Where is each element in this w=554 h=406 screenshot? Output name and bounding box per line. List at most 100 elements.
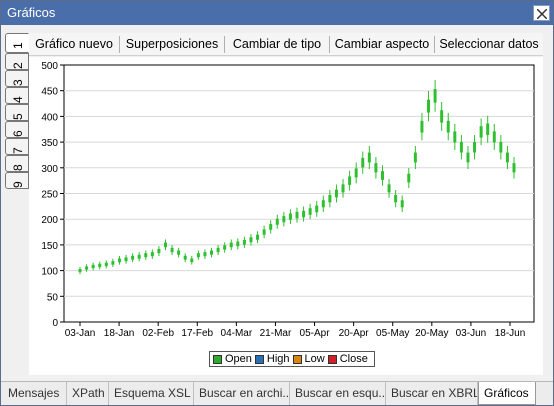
chart-tab-5[interactable]: 5 (5, 104, 29, 121)
candle-body (427, 99, 431, 113)
chart-tab-8[interactable]: 8 (5, 155, 29, 172)
candle-body (348, 176, 352, 185)
candle-body (315, 205, 319, 213)
chart-area: 0 50 100 150 200 250 300 350 400 450 500 03-Jan 18-J… (29, 57, 543, 375)
candle-body (479, 126, 483, 138)
x-tick-label: 04-Mar (221, 328, 253, 339)
window-title-bar: Gráficos (1, 1, 553, 25)
change-appearance-button[interactable]: Cambiar aspecto (330, 33, 434, 56)
candle-body (492, 131, 496, 143)
candle-body (328, 194, 332, 203)
tab-xsl-schema[interactable]: Esquema XSL (109, 382, 194, 405)
legend-label: High (266, 353, 290, 365)
candle-body (367, 152, 371, 163)
chart-tab-label: 7 (11, 147, 25, 154)
new-chart-button[interactable]: Gráfico nuevo (29, 33, 119, 56)
candle-body (394, 194, 398, 203)
candle-body (124, 257, 128, 262)
chart-tab-4[interactable]: 4 (5, 87, 29, 104)
x-tick-label: 17-Feb (181, 328, 213, 339)
x-tick-label: 05-Apr (300, 328, 331, 339)
candle-body (459, 141, 463, 153)
candle-body (104, 262, 108, 267)
candle-body (117, 258, 121, 263)
candle-body (407, 173, 411, 183)
legend-item-high: High (254, 353, 290, 365)
candle-body (440, 110, 444, 123)
y-tick-label: 450 (41, 87, 58, 98)
tab-find-in-schemas[interactable]: Buscar en esqu... (290, 382, 386, 405)
candle-body (473, 141, 477, 153)
candle-body (236, 241, 240, 247)
chart-tab-label: 5 (11, 113, 25, 120)
x-tick-label: 20-Apr (339, 328, 370, 339)
candle-body (433, 89, 437, 103)
legend-swatch (213, 354, 222, 364)
candle-body (157, 248, 161, 254)
candle-body (512, 163, 516, 173)
chart-tab-6[interactable]: 6 (5, 121, 29, 138)
candle-body (361, 157, 365, 168)
y-tick-label: 250 (41, 190, 58, 201)
candle-body (216, 247, 220, 253)
candle-body (223, 245, 227, 250)
chart-tab-label: 1 (11, 42, 25, 49)
window-title: Gráficos (7, 5, 56, 20)
tab-messages[interactable]: Mensajes (3, 382, 67, 405)
chart-tab-9[interactable]: 9 (5, 172, 29, 189)
tab-xpath[interactable]: XPath (67, 382, 109, 405)
output-tab-bar: Mensajes XPath Esquema XSL Buscar en arc… (1, 381, 553, 405)
chart-tabs: 1 2 3 4 5 6 7 8 9 (5, 33, 31, 193)
candle-body (262, 229, 266, 235)
candle-body (150, 252, 154, 257)
candle-body (131, 255, 135, 260)
legend-item-low: Low (292, 353, 325, 365)
stock-chart: 0 50 100 150 200 250 300 350 400 450 500 03-Jan 18-J… (41, 61, 535, 339)
candle-body (505, 152, 509, 163)
tab-find-in-files[interactable]: Buscar en archi... (194, 382, 290, 405)
chart-tab-2[interactable]: 2 (5, 53, 29, 70)
chart-tab-3[interactable]: 3 (5, 70, 29, 87)
y-tick-label: 350 (41, 138, 58, 149)
chart-tab-1[interactable]: 1 (5, 33, 29, 53)
candle-body (295, 211, 299, 219)
overlays-button[interactable]: Superposiciones (120, 33, 224, 56)
tab-charts[interactable]: Gráficos (478, 382, 536, 405)
select-data-button[interactable]: Seleccionar datos (435, 33, 543, 56)
y-tick-label: 100 (41, 267, 58, 278)
candle-body (302, 210, 306, 218)
candle-body (466, 152, 470, 163)
chart-tab-label: 3 (11, 79, 25, 86)
candle-body (380, 171, 384, 180)
candle-body (91, 264, 95, 269)
candle-body (499, 141, 503, 153)
candle-body (269, 224, 273, 230)
candle-body (163, 242, 167, 248)
chart-tab-label: 6 (11, 130, 25, 137)
chart-tab-label: 9 (11, 181, 25, 188)
candle-body (144, 253, 148, 258)
legend-label: Open (225, 353, 252, 365)
candle-body (242, 239, 246, 245)
x-tick-label: 05-May (376, 328, 409, 339)
chart-toolbar: Gráfico nuevo Superposiciones Cambiar de… (29, 33, 543, 56)
candle-body (341, 184, 345, 193)
tab-find-in-xbrl[interactable]: Buscar en XBRL (386, 382, 478, 405)
candle-body (288, 213, 292, 220)
candle-body (98, 263, 102, 268)
candle-body (334, 189, 338, 198)
x-tick-label: 03-Jan (65, 328, 96, 339)
legend-label: Close (339, 353, 368, 365)
legend-swatch (254, 354, 264, 364)
candle-body (354, 168, 358, 178)
legend-label: Low (304, 353, 325, 365)
candle-body (170, 247, 174, 253)
candle-body (420, 120, 424, 133)
candle-body (85, 266, 89, 270)
chart-tab-label: 8 (11, 164, 25, 171)
close-button[interactable] (533, 5, 550, 21)
candle-body (446, 120, 450, 133)
change-type-button[interactable]: Cambiar de tipo (225, 33, 329, 56)
chart-tab-7[interactable]: 7 (5, 138, 29, 155)
candle-body (203, 252, 207, 257)
